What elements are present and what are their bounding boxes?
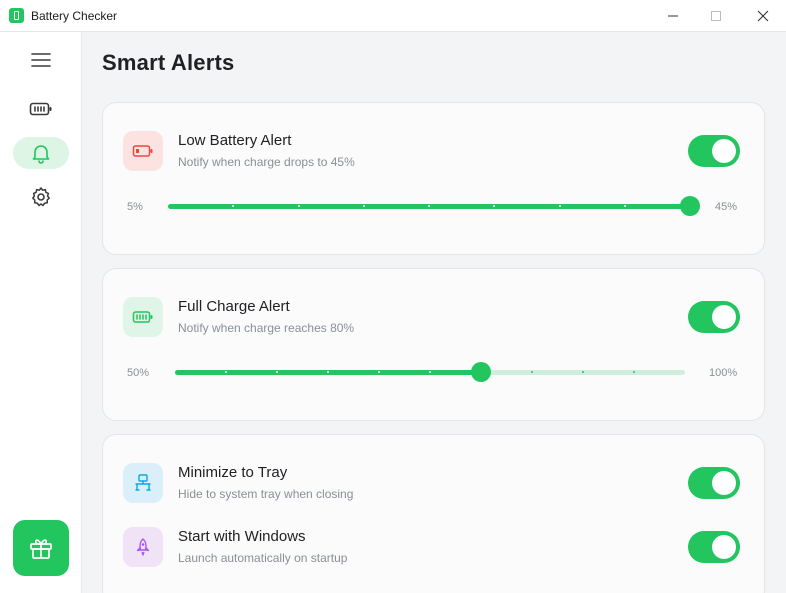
sidebar-item-settings[interactable] xyxy=(13,181,69,213)
tray-subtitle: Hide to system tray when closing xyxy=(178,487,354,501)
full-battery-icon xyxy=(132,311,153,323)
menu-button[interactable] xyxy=(13,44,69,76)
tray-title: Minimize to Tray xyxy=(178,464,288,481)
full-charge-alert-card: Full Charge Alert Notify when charge rea… xyxy=(102,268,765,421)
full-charge-toggle[interactable] xyxy=(688,301,740,333)
bell-icon xyxy=(32,145,50,164)
full-charge-subtitle: Notify when charge reaches 80% xyxy=(178,321,355,335)
full-charge-min-label: 50% xyxy=(127,367,150,379)
slider-tick xyxy=(623,205,626,207)
minimize-button[interactable] xyxy=(650,0,696,32)
full-charge-slider[interactable] xyxy=(175,362,685,382)
slider-tick xyxy=(297,205,300,207)
low-battery-alert-card: Low Battery Alert Notify when charge dro… xyxy=(102,102,765,255)
low-battery-icon xyxy=(132,145,153,157)
gift-icon xyxy=(30,539,52,559)
toggle-knob xyxy=(712,305,736,329)
gift-button[interactable] xyxy=(13,520,69,576)
main-content: Smart Alerts Low Battery Alert Notify wh… xyxy=(82,32,786,593)
low-battery-max-label: 45% xyxy=(715,201,738,213)
close-button[interactable] xyxy=(740,0,786,32)
toggle-knob xyxy=(712,139,736,163)
rocket-icon xyxy=(136,538,150,556)
battery-icon xyxy=(29,102,52,116)
full-charge-title: Full Charge Alert xyxy=(178,298,290,315)
gear-icon xyxy=(32,187,50,207)
low-battery-min-label: 5% xyxy=(127,201,143,213)
minimize-icon xyxy=(668,15,678,17)
slider-tick xyxy=(362,205,365,207)
window-title: Battery Checker xyxy=(31,9,118,23)
page-title: Smart Alerts xyxy=(102,50,235,75)
low-battery-toggle[interactable] xyxy=(688,135,740,167)
low-battery-subtitle: Notify when charge drops to 45% xyxy=(178,155,355,169)
low-battery-icon-box xyxy=(123,131,163,171)
slider-thumb[interactable] xyxy=(680,196,700,216)
hamburger-menu-icon xyxy=(31,53,51,67)
slider-tick xyxy=(378,371,380,373)
slider-tick xyxy=(633,371,635,373)
start-with-windows-toggle[interactable] xyxy=(688,531,740,563)
slider-tick xyxy=(531,371,533,373)
startup-title: Start with Windows xyxy=(178,528,306,545)
sidebar xyxy=(0,32,82,593)
slider-thumb[interactable] xyxy=(471,362,491,382)
slider-tick xyxy=(429,371,431,373)
sidebar-item-alerts[interactable] xyxy=(13,137,69,169)
sidebar-item-battery[interactable] xyxy=(13,93,69,125)
toggle-knob xyxy=(712,471,736,495)
low-battery-title: Low Battery Alert xyxy=(178,132,292,149)
maximize-icon xyxy=(711,11,721,21)
low-battery-slider[interactable] xyxy=(168,196,700,216)
full-charge-max-label: 100% xyxy=(709,367,738,379)
startup-icon-box xyxy=(123,527,163,567)
slider-tick xyxy=(558,205,561,207)
close-icon xyxy=(757,10,769,22)
toggle-knob xyxy=(712,535,736,559)
app-behavior-card: Minimize to Tray Hide to system tray whe… xyxy=(102,434,765,593)
slider-tick xyxy=(582,371,584,373)
minimize-to-tray-toggle[interactable] xyxy=(688,467,740,499)
tray-icon xyxy=(135,474,151,491)
title-bar: Battery Checker xyxy=(0,0,786,32)
maximize-button[interactable] xyxy=(693,0,739,32)
app-logo-icon xyxy=(9,8,24,23)
slider-tick xyxy=(225,371,227,373)
full-battery-icon-box xyxy=(123,297,163,337)
slider-tick xyxy=(327,371,329,373)
slider-tick xyxy=(276,371,278,373)
slider-tick xyxy=(428,205,430,207)
startup-subtitle: Launch automatically on startup xyxy=(178,551,348,565)
tray-icon-box xyxy=(123,463,163,503)
